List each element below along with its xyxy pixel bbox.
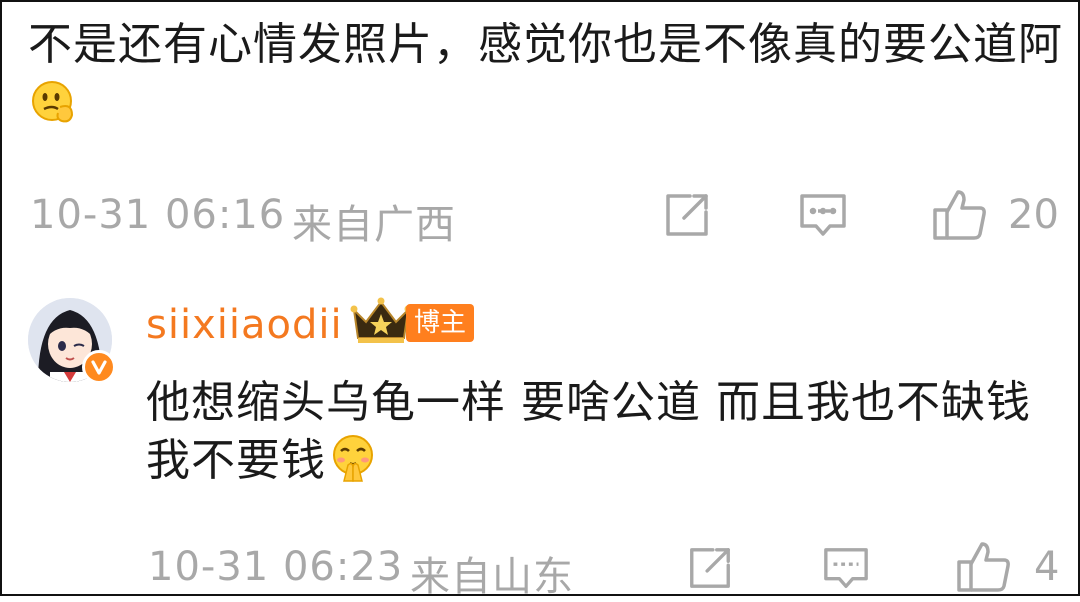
thinking-face-emoji [30,77,78,140]
share-icon[interactable] [662,190,712,244]
author-badge: 博主 [406,304,475,342]
like-count: 20 [1008,192,1059,238]
comment-body: 不是还有心情发照片，感觉你也是不像真的要公道阿 [28,19,1063,70]
comment-location: 来自广西 [292,202,456,248]
comment-body: 他想缩头乌龟一样 要啥公道 而且我也不缺钱 我不要钱 [146,377,1031,486]
comment-icon[interactable] [798,192,848,246]
pleading-hands-emoji [328,433,378,498]
like-count: 4 [1034,544,1060,590]
thumbs-up-icon[interactable] [932,188,988,246]
username[interactable]: siixiiaodii [146,302,343,348]
comment-text: 他想缩头乌龟一样 要啥公道 而且我也不缺钱 我不要钱 [146,374,1066,498]
thumbs-up-icon[interactable] [956,540,1012,598]
comment-meta-row: 10-31 06:16 来自广西 20 [2,186,1080,248]
comment-icon[interactable] [822,546,870,598]
verified-v-icon [82,350,116,384]
comment-meta-row: 10-31 06:23 来自山东 4 [2,538,1080,600]
comment-text: 不是还有心情发照片，感觉你也是不像真的要公道阿 [28,16,1068,140]
comment-time: 10-31 06:16 [30,192,286,238]
share-icon[interactable] [686,544,734,596]
crown-icon [350,296,412,350]
comment-time: 10-31 06:23 [148,544,404,590]
comment-location: 来自山东 [410,554,574,600]
